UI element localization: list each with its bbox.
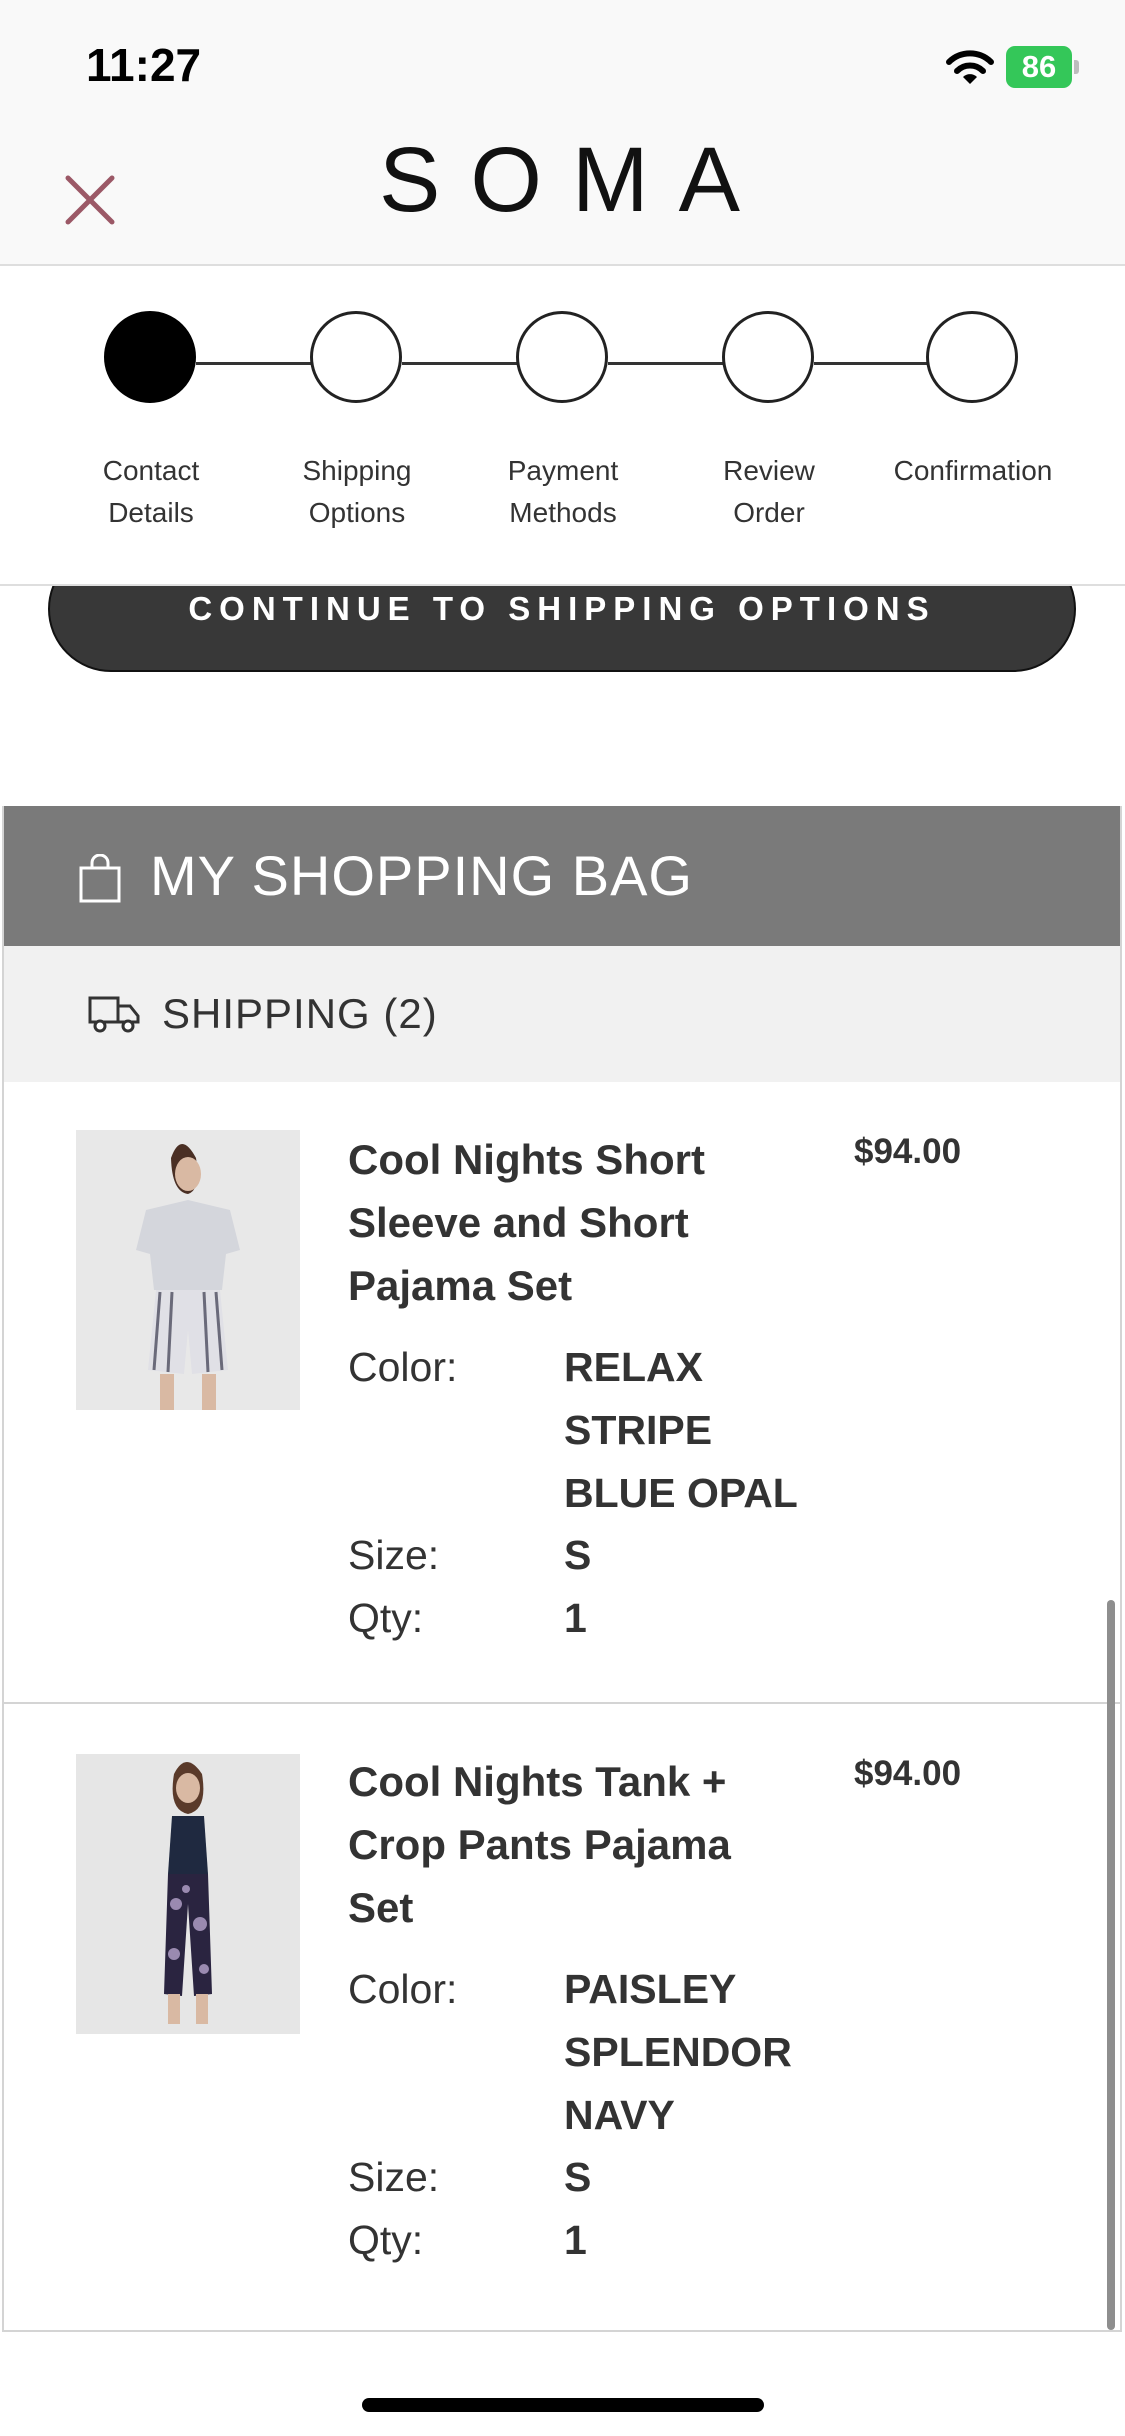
truck-icon [88, 996, 140, 1033]
battery-icon: 86 [1006, 46, 1079, 88]
continue-area: CONTINUE TO SHIPPING OPTIONS [0, 586, 1125, 806]
color-label: Color: [348, 1344, 458, 1390]
product-name[interactable]: Cool Nights Tank + Crop Pants Pajama Set [348, 1750, 808, 1939]
qty-label: Qty: [348, 1595, 424, 1641]
step-connector [402, 362, 522, 365]
color-value: RELAX STRIPE BLUE OPAL [564, 1344, 798, 1516]
product-price: $94.00 [854, 1132, 962, 1171]
status-bar: 11:27 86 [0, 0, 1125, 132]
product-image[interactable] [76, 1754, 300, 2034]
shopping-bag: MY SHOPPING BAG SHIPPING (2) Cool Nights… [2, 806, 1122, 2332]
battery-level: 86 [1021, 49, 1057, 84]
step-indicator [722, 311, 814, 403]
size-value: S [564, 1532, 592, 1578]
shopping-bag-icon [79, 854, 121, 903]
bag-title: MY SHOPPING BAG [150, 844, 693, 907]
shipping-count-label: SHIPPING (2) [162, 990, 438, 1037]
size-value: S [564, 2154, 592, 2200]
color-label: Color: [348, 1966, 458, 2012]
status-time: 11:27 [86, 39, 202, 91]
product-name[interactable]: Cool Nights Short Sleeve and Short Pajam… [348, 1128, 808, 1317]
step-indicator [926, 311, 1018, 403]
bag-header: MY SHOPPING BAG [4, 806, 1120, 946]
size-label: Size: [348, 1532, 440, 1578]
wifi-icon [946, 50, 994, 84]
step-label: Confirmation [893, 455, 1053, 486]
step-label: Contact Details [102, 455, 200, 528]
step-indicator [516, 311, 608, 403]
qty-value: 1 [564, 1595, 587, 1641]
continue-button-label: CONTINUE TO SHIPPING OPTIONS [188, 590, 936, 627]
bag-item: Cool Nights Short Sleeve and Short Pajam… [4, 1082, 1120, 1708]
close-icon[interactable] [60, 170, 120, 230]
step-indicator-active [104, 311, 196, 403]
qty-value: 1 [564, 2217, 587, 2263]
product-price: $94.00 [854, 1754, 962, 1793]
product-image[interactable] [76, 1130, 300, 1410]
app-header: SOMA [0, 132, 1125, 266]
step-label: Shipping Options [302, 455, 412, 528]
step-indicator [310, 311, 402, 403]
step-connector [814, 362, 934, 365]
color-value: PAISLEY SPLENDOR NAVY [564, 1966, 792, 2138]
scrollbar[interactable] [1107, 1600, 1115, 2330]
step-connector [608, 362, 728, 365]
step-label: Review Order [723, 455, 815, 528]
checkout-stepper: Contact Details Shipping Options Payment Me… [0, 266, 1125, 586]
step-label: Payment Methods [507, 455, 619, 528]
bag-item: Cool Nights Tank + Crop Pants Pajama Set… [4, 1704, 1120, 2330]
shipping-group-header: SHIPPING (2) [4, 946, 1120, 1082]
step-connector [196, 362, 316, 365]
continue-to-shipping-button[interactable]: CONTINUE TO SHIPPING OPTIONS [48, 586, 1076, 672]
brand-logo: SOMA [379, 129, 770, 231]
qty-label: Qty: [348, 2217, 424, 2263]
home-indicator[interactable] [362, 2398, 764, 2412]
size-label: Size: [348, 2154, 440, 2200]
